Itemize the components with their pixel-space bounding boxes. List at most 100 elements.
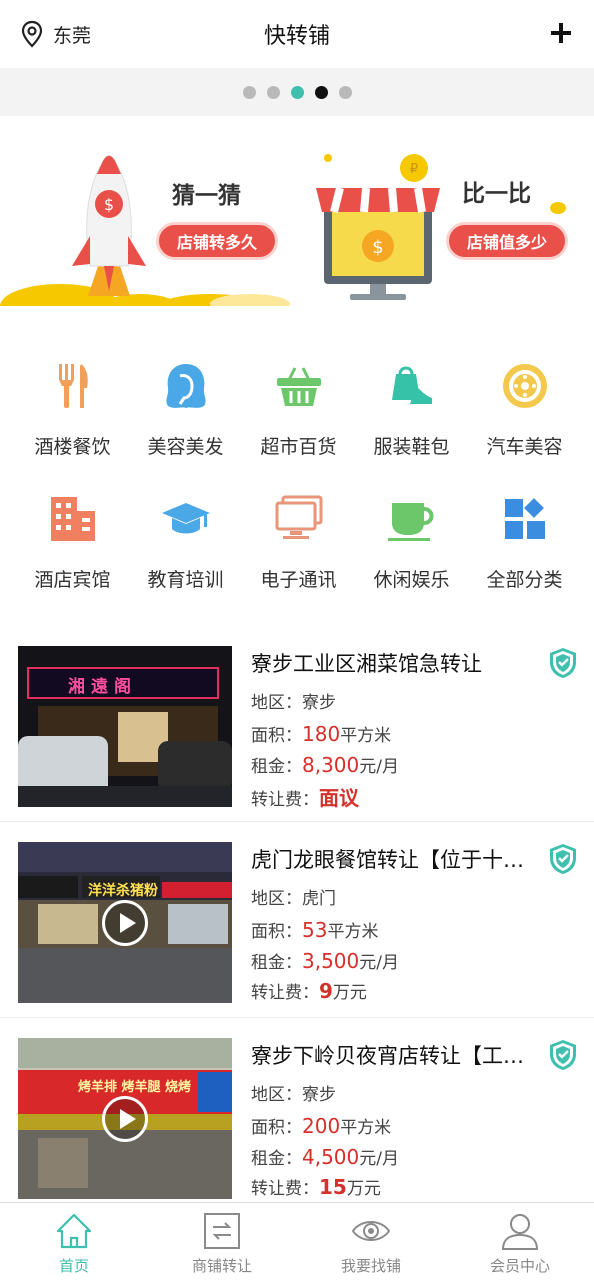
area-unit: 平方米 xyxy=(327,922,379,942)
region-label: 地区： xyxy=(251,889,302,909)
pager-dot[interactable] xyxy=(242,85,256,99)
category-education[interactable]: 教育培训 xyxy=(126,493,245,592)
fee-value: 面议 xyxy=(319,786,359,810)
storefront-photo xyxy=(18,646,232,807)
app-page: 东莞 快转铺 $ 猜一猜 店铺转多久 ₽ $ 比一比 店铺值多少 酒楼餐饮 美容… xyxy=(0,0,594,1280)
svg-text:$: $ xyxy=(372,237,383,258)
listing-region: 地区：寮步 xyxy=(251,1080,336,1105)
listing-item[interactable]: 烤羊排 烤羊腿 烧烤 寮步下岭贝夜宵店转让【工… 地区：寮步 面积：200平方米… xyxy=(0,1018,594,1214)
category-label: 美容美发 xyxy=(147,436,224,458)
top-bar: 东莞 快转铺 xyxy=(0,0,594,68)
listing-area: 面积：53平方米 xyxy=(251,917,378,942)
rent-value: 8,300 xyxy=(302,753,360,777)
category-label: 休闲娱乐 xyxy=(373,569,450,591)
transfer-icon xyxy=(204,1213,240,1249)
listing-item[interactable]: 洋洋杀猪粉 虎门龙眼餐馆转让【位于十… 地区：虎门 面积：53平方米 租金：3,… xyxy=(0,822,594,1018)
carousel-pager xyxy=(0,68,594,116)
rent-unit: 元/月 xyxy=(359,757,399,777)
storefront-sign: 湘遠阁 xyxy=(68,677,137,697)
category-label: 服装鞋包 xyxy=(373,436,450,458)
pager-dot[interactable] xyxy=(266,85,280,99)
verified-shield-icon xyxy=(550,648,576,678)
tab-home[interactable]: 首页 xyxy=(0,1203,148,1280)
promo-banner: $ 猜一猜 店铺转多久 ₽ $ 比一比 店铺值多少 xyxy=(0,116,594,306)
category-clothing[interactable]: 服装鞋包 xyxy=(352,360,471,459)
listing-fee: 转让费：面议 xyxy=(251,782,359,811)
category-all[interactable]: 全部分类 xyxy=(465,493,584,592)
verified-shield-icon xyxy=(550,1040,576,1070)
tab-find-shop[interactable]: 我要找铺 xyxy=(297,1203,445,1280)
tab-member-center[interactable]: 会员中心 xyxy=(446,1203,594,1280)
banner-left-title: 猜一猜 xyxy=(172,183,241,209)
region-label: 地区： xyxy=(251,693,302,713)
svg-text:$: $ xyxy=(104,195,114,214)
fee-label: 转让费： xyxy=(251,790,319,810)
rent-value: 3,500 xyxy=(302,949,360,973)
graduation-cap-icon xyxy=(161,503,210,534)
storefront-sign: 烤羊排 烤羊腿 烧烤 xyxy=(78,1080,192,1095)
category-leisure[interactable]: 休闲娱乐 xyxy=(352,493,471,592)
rent-label: 租金： xyxy=(251,757,302,777)
tab-shop-transfer[interactable]: 商铺转让 xyxy=(148,1203,296,1280)
tab-label: 商铺转让 xyxy=(191,1257,252,1275)
tab-label: 我要找铺 xyxy=(340,1257,401,1275)
rent-label: 租金： xyxy=(251,953,302,973)
cup-icon xyxy=(387,503,433,541)
listing-title: 寮步下岭贝夜宵店转让【工… xyxy=(251,1044,524,1068)
category-label: 超市百货 xyxy=(260,436,337,458)
area-value: 180 xyxy=(302,722,341,746)
banner-left-button[interactable]: 店铺转多久 xyxy=(156,222,278,260)
hair-beauty-icon xyxy=(165,364,206,408)
category-food[interactable]: 酒楼餐饮 xyxy=(13,360,132,459)
pager-dot[interactable] xyxy=(338,85,352,99)
storefront-sign: 洋洋杀猪粉 xyxy=(88,883,158,899)
category-electronics[interactable]: 电子通讯 xyxy=(239,493,358,592)
fork-knife-icon xyxy=(58,364,88,408)
area-value: 200 xyxy=(302,1114,341,1138)
region-value: 寮步 xyxy=(302,1085,336,1105)
area-label: 面积： xyxy=(251,726,302,746)
grid-icon xyxy=(504,498,545,539)
bag-heels-icon xyxy=(391,366,432,404)
listing-item[interactable]: 湘遠阁 寮步工业区湘菜馆急转让 地区：寮步 面积：180平方米 租金：8,300… xyxy=(0,626,594,822)
listing-fee: 转让费：9万元 xyxy=(251,978,367,1003)
listing-thumbnail: 湘遠阁 xyxy=(18,646,232,807)
region-value: 虎门 xyxy=(302,889,336,909)
bottom-tab-bar: 首页 商铺转让 我要找铺 会员中心 xyxy=(0,1202,594,1280)
plus-icon[interactable] xyxy=(548,20,574,46)
category-car[interactable]: 汽车美容 xyxy=(465,360,584,459)
area-value: 53 xyxy=(302,918,328,942)
category-label: 电子通讯 xyxy=(260,569,337,591)
play-video-icon[interactable] xyxy=(102,900,148,946)
category-label: 全部分类 xyxy=(486,569,563,591)
verified-shield-icon xyxy=(550,844,576,874)
banner-right-button[interactable]: 店铺值多少 xyxy=(446,222,568,260)
category-beauty[interactable]: 美容美发 xyxy=(126,360,245,459)
user-icon xyxy=(501,1214,539,1250)
play-video-icon[interactable] xyxy=(102,1096,148,1142)
rocket-illustration: $ xyxy=(0,155,290,306)
pager-dot[interactable] xyxy=(290,85,304,99)
listing-rent: 租金：4,500元/月 xyxy=(251,1144,399,1169)
listing-fee: 转让费：15万元 xyxy=(251,1174,381,1199)
fee-value: 15 xyxy=(319,1175,347,1199)
wheel-icon xyxy=(502,364,547,408)
building-icon xyxy=(50,497,95,541)
category-supermarket[interactable]: 超市百货 xyxy=(239,360,358,459)
fee-label: 转让费： xyxy=(251,983,319,1003)
category-hotel[interactable]: 酒店宾馆 xyxy=(13,493,132,592)
pager-dot[interactable] xyxy=(314,85,328,99)
listing-title: 寮步工业区湘菜馆急转让 xyxy=(251,652,482,676)
coin-decoration xyxy=(550,202,566,214)
home-icon xyxy=(56,1213,92,1249)
region-value: 寮步 xyxy=(302,693,336,713)
listing-thumbnail: 洋洋杀猪粉 xyxy=(18,842,232,1003)
svg-text:₽: ₽ xyxy=(410,162,418,177)
category-label: 酒店宾馆 xyxy=(34,569,111,591)
fee-value: 9 xyxy=(319,979,333,1003)
region-label: 地区： xyxy=(251,1085,302,1105)
fee-unit: 万元 xyxy=(332,983,367,1003)
category-label: 酒楼餐饮 xyxy=(34,436,111,458)
rent-unit: 元/月 xyxy=(359,953,399,973)
area-unit: 平方米 xyxy=(340,1118,392,1138)
